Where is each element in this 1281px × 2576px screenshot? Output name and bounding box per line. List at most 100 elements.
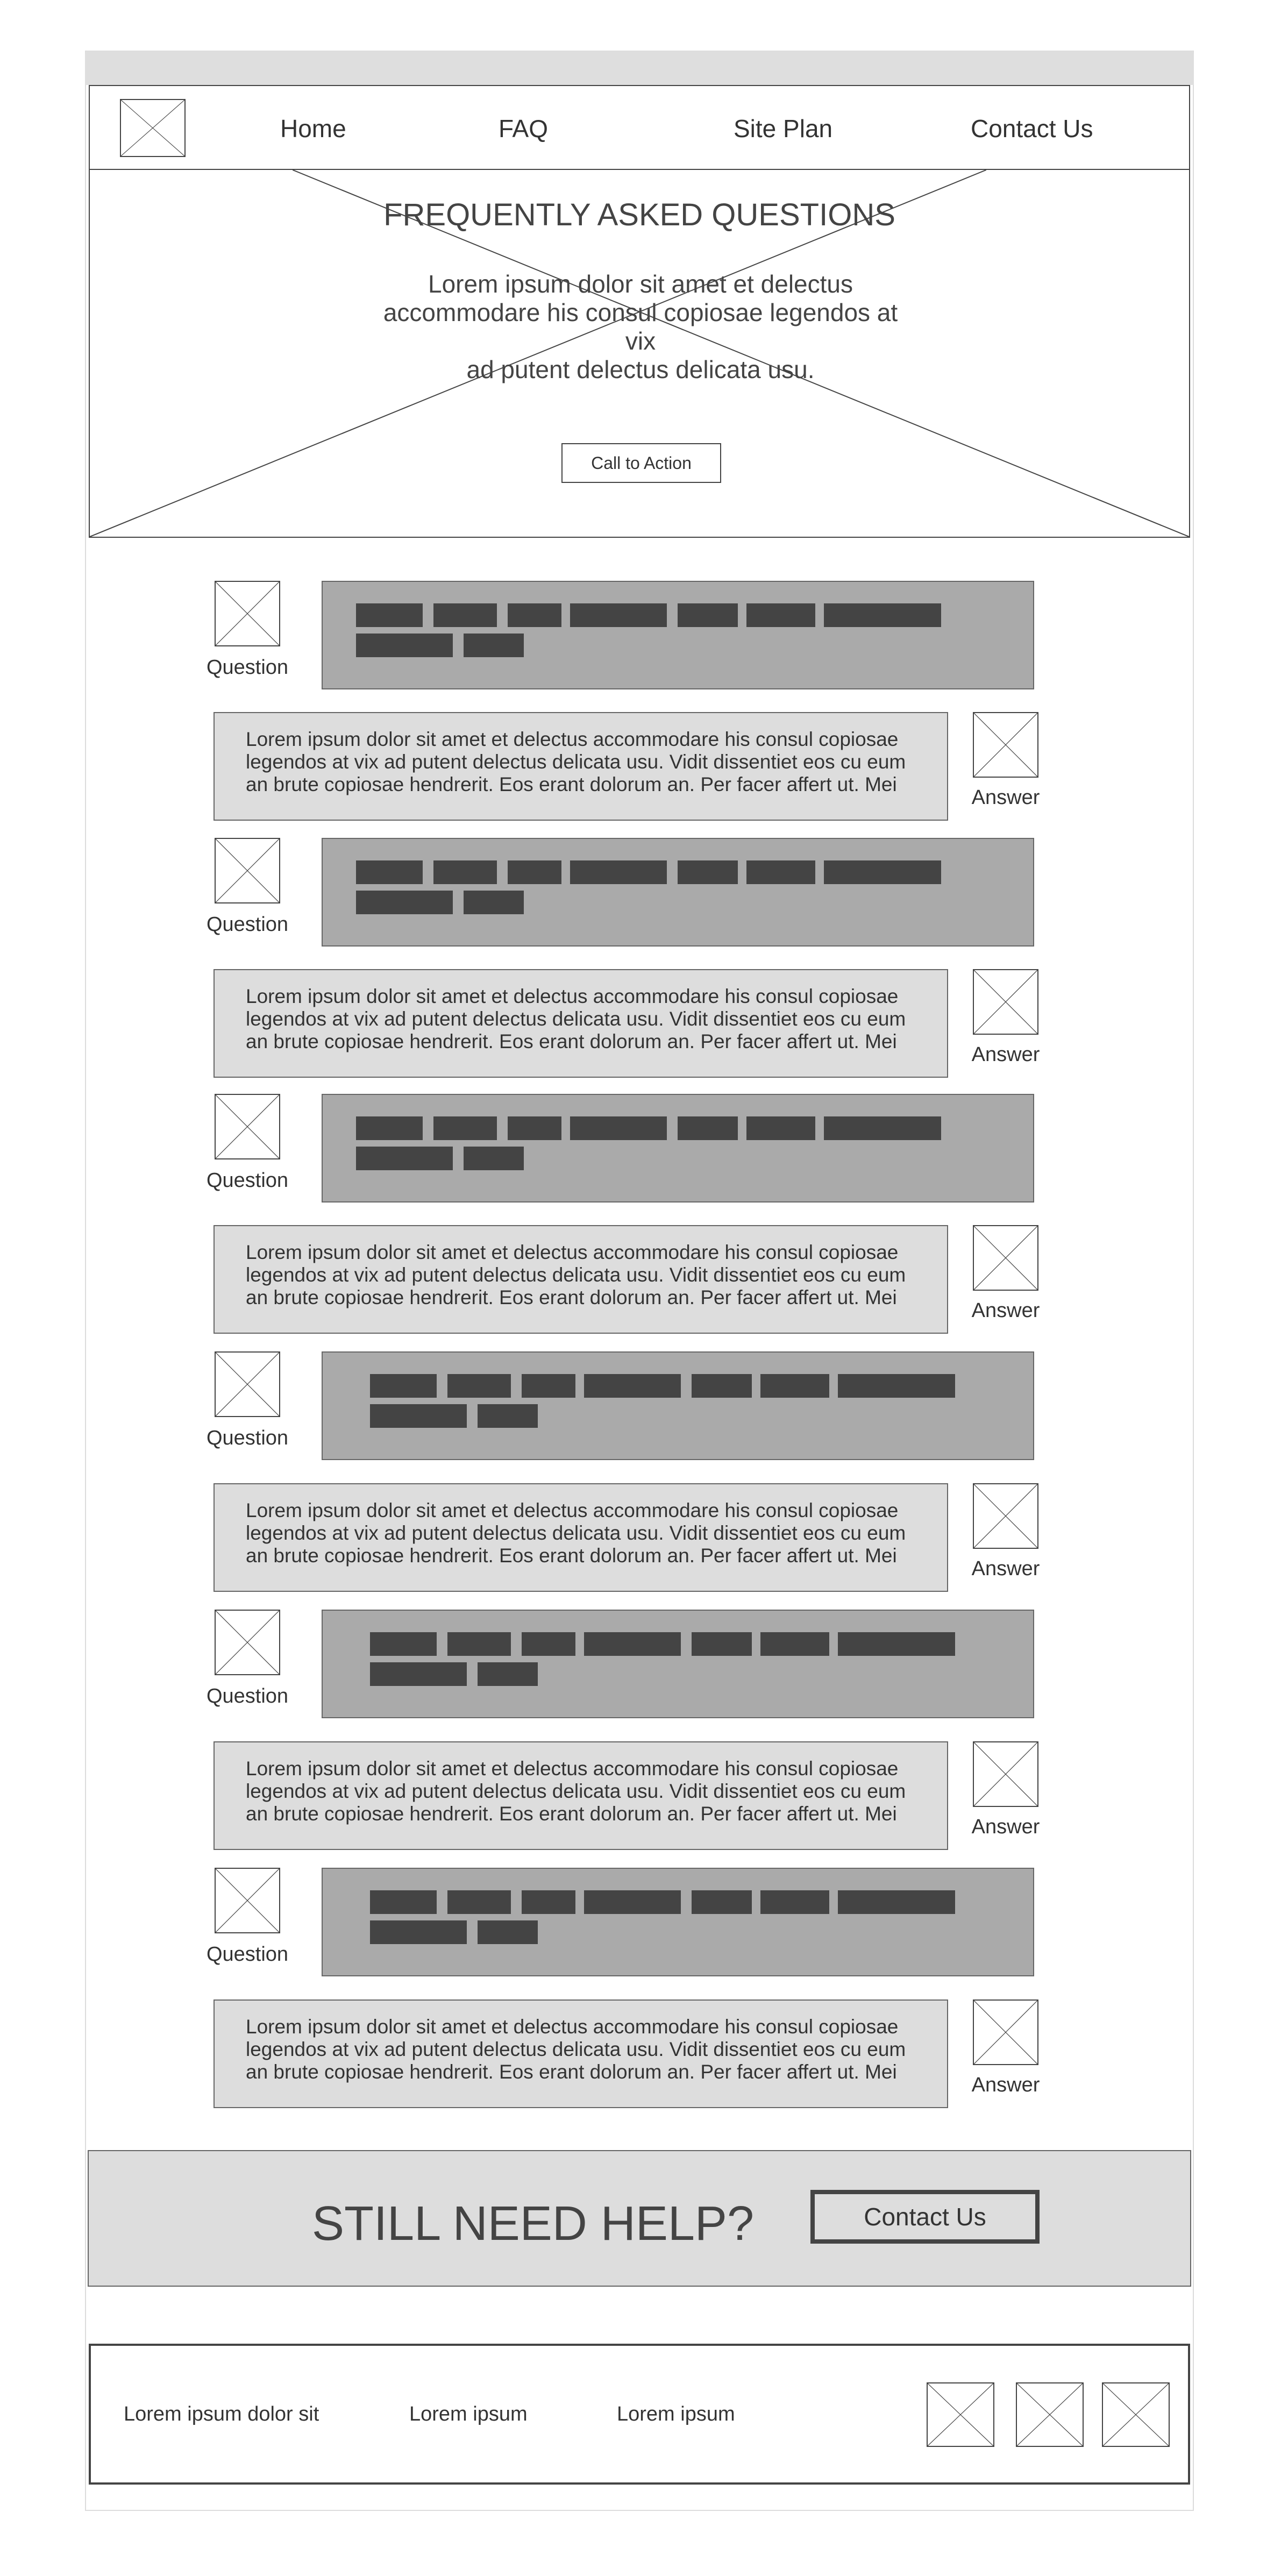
- answer-caption: Answer: [971, 2074, 1040, 2096]
- footer-link[interactable]: Lorem ipsum dolor sit: [124, 2403, 319, 2426]
- answer-text-line: Lorem ipsum dolor sit amet et delectus a…: [246, 1757, 899, 1780]
- question-image-placeholder-icon: [215, 1868, 280, 1933]
- question-image-placeholder-icon: [215, 581, 280, 646]
- question-caption: Question: [206, 913, 289, 936]
- social-icon[interactable]: [927, 2382, 994, 2447]
- text-placeholder-bar: [370, 1404, 467, 1428]
- answer-text-line: an brute copiosae hendrerit. Eos erant d…: [246, 2061, 897, 2083]
- text-placeholder-bar: [522, 1374, 575, 1398]
- question-caption: Question: [206, 1169, 289, 1192]
- contact-us-button[interactable]: Contact Us: [810, 2190, 1040, 2244]
- text-placeholder-bar: [838, 1890, 955, 1914]
- faq-question[interactable]: [322, 581, 1034, 689]
- answer-text-line: Lorem ipsum dolor sit amet et delectus a…: [246, 1499, 899, 1521]
- answer-image-placeholder-icon: [973, 1483, 1038, 1549]
- social-icon[interactable]: [1102, 2382, 1170, 2447]
- question-caption: Question: [206, 1943, 289, 1966]
- text-placeholder-bar: [464, 1147, 524, 1170]
- text-placeholder-bar: [692, 1374, 752, 1398]
- social-icon[interactable]: [1016, 2382, 1084, 2447]
- site-header: Home FAQ Site Plan Contact Us: [89, 85, 1190, 170]
- question-caption: Question: [206, 1685, 289, 1707]
- nav-site-plan-link[interactable]: Site Plan: [734, 114, 832, 143]
- text-placeholder-bar: [678, 1116, 738, 1140]
- text-placeholder-bar: [584, 1632, 681, 1656]
- answer-caption: Answer: [971, 1299, 1040, 1322]
- answer-text-line: Lorem ipsum dolor sit amet et delectus a…: [246, 1241, 899, 1263]
- faq-question[interactable]: [322, 1610, 1034, 1718]
- call-to-action-button[interactable]: Call to Action: [561, 443, 721, 483]
- faq-answer: Lorem ipsum dolor sit amet et delectus a…: [213, 712, 948, 821]
- answer-text-line: legendos at vix ad putent delectus delic…: [246, 1780, 906, 1802]
- text-placeholder-bar: [570, 1116, 667, 1140]
- text-placeholder-bar: [447, 1632, 511, 1656]
- footer-link[interactable]: Lorem ipsum: [617, 2403, 735, 2426]
- answer-text-line: legendos at vix ad putent delectus delic…: [246, 1264, 906, 1286]
- faq-answer: Lorem ipsum dolor sit amet et delectus a…: [213, 1483, 948, 1592]
- answer-text-line: an brute copiosae hendrerit. Eos erant d…: [246, 1545, 897, 1567]
- question-image-placeholder-icon: [215, 1351, 280, 1417]
- text-placeholder-bar: [584, 1890, 681, 1914]
- answer-text-line: legendos at vix ad putent delectus delic…: [246, 1522, 906, 1544]
- nav-home-link[interactable]: Home: [280, 114, 346, 143]
- answer-image-placeholder-icon: [973, 1999, 1038, 2065]
- question-caption: Question: [206, 656, 289, 679]
- text-placeholder-bar: [692, 1890, 752, 1914]
- text-placeholder-bar: [824, 603, 941, 627]
- answer-image-placeholder-icon: [973, 1741, 1038, 1807]
- help-banner: STILL NEED HELP? Contact Us: [88, 2150, 1191, 2287]
- text-placeholder-bar: [760, 1632, 829, 1656]
- text-placeholder-bar: [508, 603, 561, 627]
- text-placeholder-bar: [356, 603, 423, 627]
- text-placeholder-bar: [464, 634, 524, 657]
- image-placeholder-icon[interactable]: [120, 99, 186, 157]
- answer-text-line: Lorem ipsum dolor sit amet et delectus a…: [246, 728, 899, 750]
- text-placeholder-bar: [478, 1662, 538, 1686]
- nav-faq-link[interactable]: FAQ: [499, 114, 548, 143]
- question-image-placeholder-icon: [215, 1094, 280, 1159]
- text-placeholder-bar: [433, 860, 497, 884]
- text-placeholder-bar: [570, 860, 667, 884]
- faq-question[interactable]: [322, 1868, 1034, 1976]
- footer-link[interactable]: Lorem ipsum: [409, 2403, 528, 2426]
- text-placeholder-bar: [522, 1890, 575, 1914]
- text-placeholder-bar: [370, 1890, 437, 1914]
- hero-section: FREQUENTLY ASKED QUESTIONS Lorem ipsum d…: [89, 169, 1190, 538]
- answer-text-line: an brute copiosae hendrerit. Eos erant d…: [246, 1030, 897, 1052]
- text-placeholder-bar: [838, 1632, 955, 1656]
- answer-caption: Answer: [971, 1557, 1040, 1580]
- text-placeholder-bar: [356, 891, 453, 914]
- text-placeholder-bar: [370, 1374, 437, 1398]
- text-placeholder-bar: [433, 603, 497, 627]
- text-placeholder-bar: [678, 603, 738, 627]
- answer-image-placeholder-icon: [973, 712, 1038, 778]
- text-placeholder-bar: [370, 1632, 437, 1656]
- text-placeholder-bar: [370, 1662, 467, 1686]
- answer-caption: Answer: [971, 1043, 1040, 1066]
- answer-text-line: legendos at vix ad putent delectus delic…: [246, 751, 906, 773]
- text-placeholder-bar: [570, 603, 667, 627]
- text-placeholder-bar: [692, 1632, 752, 1656]
- text-placeholder-bar: [464, 891, 524, 914]
- site-footer: Lorem ipsum dolor sit Lorem ipsum Lorem …: [89, 2344, 1190, 2485]
- text-placeholder-bar: [478, 1404, 538, 1428]
- text-placeholder-bar: [678, 860, 738, 884]
- answer-caption: Answer: [971, 1816, 1040, 1838]
- text-placeholder-bar: [447, 1374, 511, 1398]
- faq-question[interactable]: [322, 1351, 1034, 1460]
- text-placeholder-bar: [522, 1632, 575, 1656]
- question-caption: Question: [206, 1427, 289, 1449]
- hero-description: Lorem ipsum dolor sit amet et delectus a…: [383, 270, 898, 383]
- answer-text-line: legendos at vix ad putent delectus delic…: [246, 1008, 906, 1030]
- text-placeholder-bar: [433, 1116, 497, 1140]
- faq-answer: Lorem ipsum dolor sit amet et delectus a…: [213, 1999, 948, 2108]
- faq-question[interactable]: [322, 1094, 1034, 1202]
- text-placeholder-bar: [508, 1116, 561, 1140]
- text-placeholder-bar: [746, 860, 815, 884]
- text-placeholder-bar: [356, 634, 453, 657]
- nav-contact-link[interactable]: Contact Us: [971, 114, 1093, 143]
- faq-question[interactable]: [322, 838, 1034, 947]
- faq-answer: Lorem ipsum dolor sit amet et delectus a…: [213, 1225, 948, 1334]
- text-placeholder-bar: [356, 1116, 423, 1140]
- text-placeholder-bar: [508, 860, 561, 884]
